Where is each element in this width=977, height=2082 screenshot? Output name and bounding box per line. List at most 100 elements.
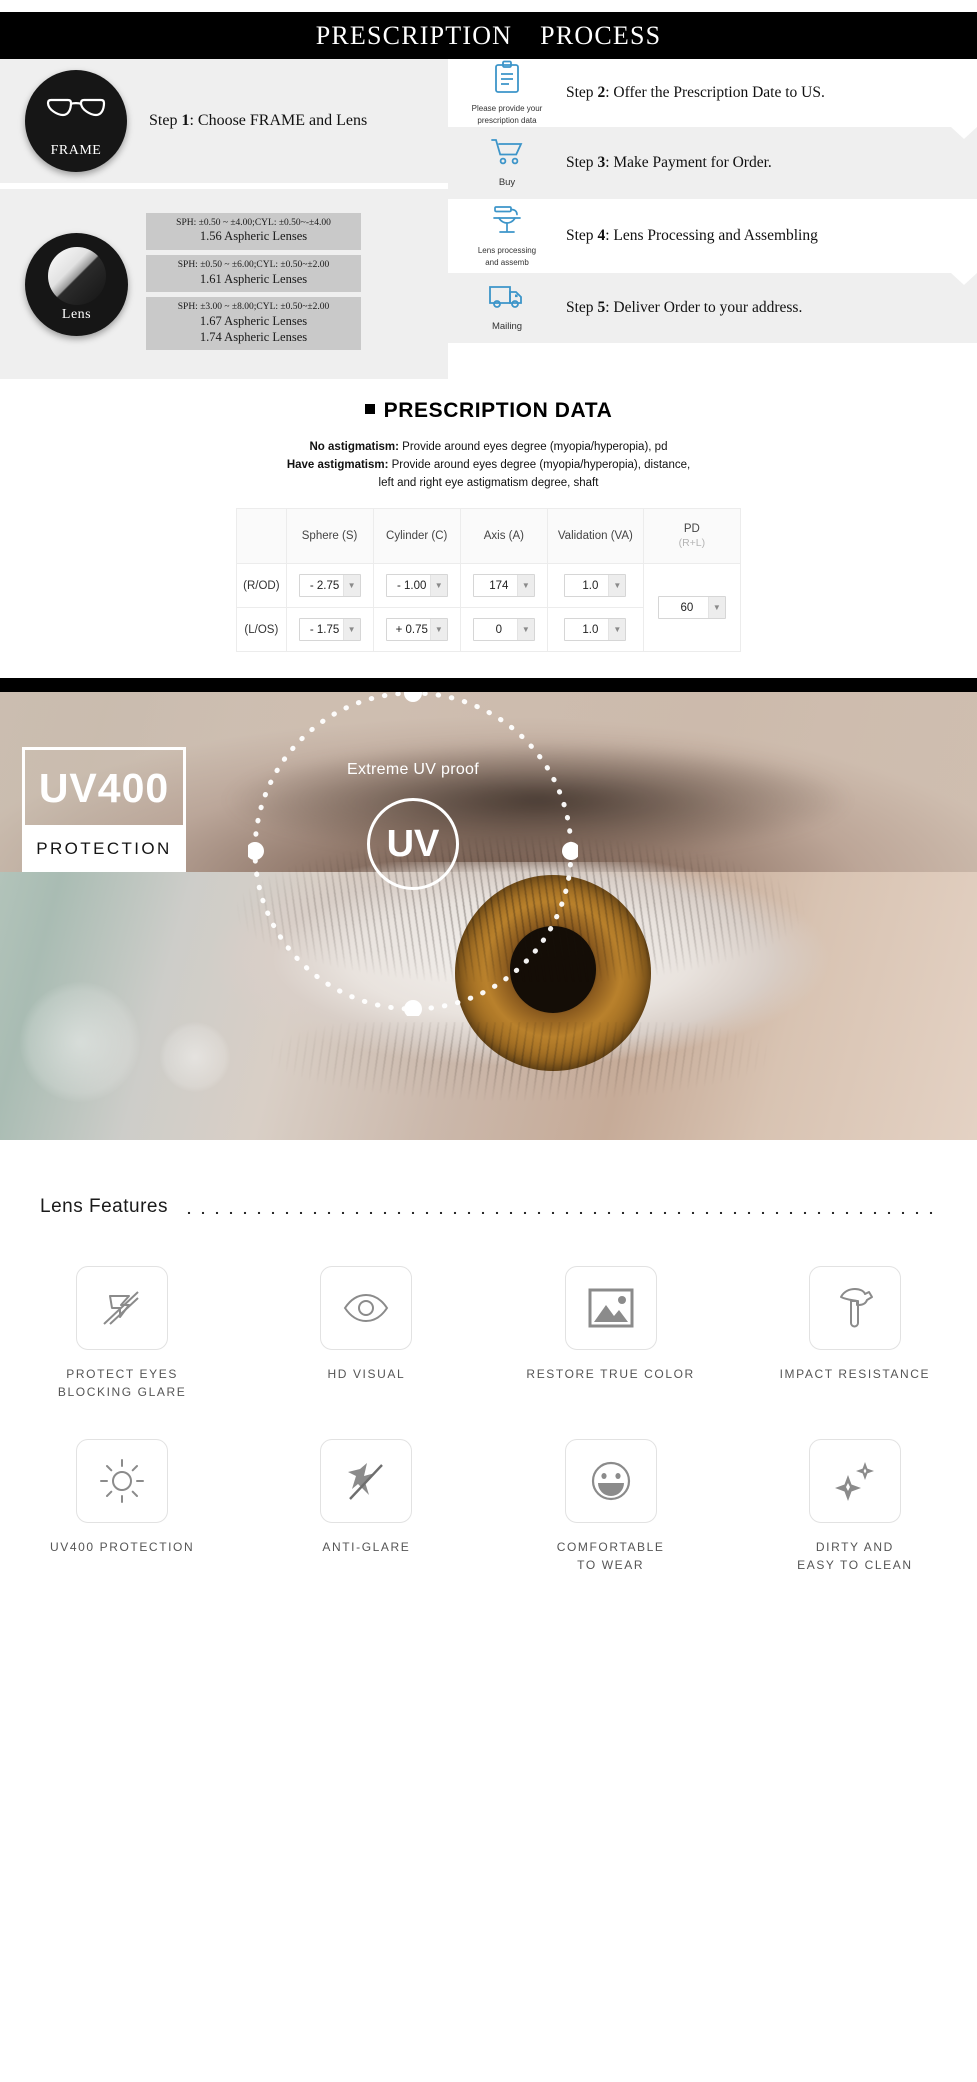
pd-select[interactable]: 60 ▼ bbox=[657, 596, 726, 620]
sun-icon bbox=[100, 1459, 145, 1504]
feature-hd-visual: HD VISUAL bbox=[244, 1252, 488, 1419]
step2-body: : Offer the Prescription Date to US. bbox=[605, 84, 825, 101]
no-flash-icon bbox=[348, 1463, 384, 1501]
banner-word-process: PROCESS bbox=[540, 20, 662, 50]
lens-machine-icon bbox=[490, 204, 524, 241]
note-text: Provide around eyes degree (myopia/hyper… bbox=[391, 458, 691, 471]
step5-body: : Deliver Order to your address. bbox=[605, 299, 803, 316]
chevron-down-icon[interactable]: ▼ bbox=[608, 575, 626, 597]
chevron-down-icon[interactable]: ▼ bbox=[707, 597, 725, 619]
bullet-square-icon bbox=[364, 404, 375, 414]
chevron-down-icon[interactable]: ▼ bbox=[608, 619, 626, 641]
step3-body: : Make Payment for Order. bbox=[605, 154, 772, 171]
feature-caption: RESTORE TRUE COLOR bbox=[526, 1367, 695, 1382]
frame-circle: FRAME bbox=[25, 70, 127, 172]
lens-spec-name: 1.67 Aspheric Lenses bbox=[199, 314, 308, 329]
prescription-table: Sphere (S) Cylinder (C) Axis (A) Validat… bbox=[236, 508, 741, 653]
lower-eyelashes bbox=[220, 1022, 820, 1133]
uv400-badge: UV400 PROTECTION bbox=[22, 747, 186, 873]
lens-features-title: Lens Features bbox=[40, 1196, 168, 1218]
lens-spec-name: 1.61 Aspheric Lenses bbox=[199, 271, 308, 286]
uv400-banner: UV400 PROTECTION Extreme UV proof UV bbox=[0, 692, 977, 1141]
lens-features-header: Lens Features bbox=[0, 1196, 977, 1218]
lens-circle: Lens bbox=[25, 232, 128, 336]
step2-icon-block: Please provide your prescription data bbox=[448, 60, 566, 126]
validation-left-select[interactable]: 1.0 ▼ bbox=[564, 618, 627, 642]
feature-restore-true-color: RESTORE TRUE COLOR bbox=[489, 1252, 733, 1419]
feature-protect-eyes-blocking-glare: PROTECT EYES BLOCKING GLARE bbox=[0, 1252, 244, 1419]
lens-spec-list: SPH: ±0.50 ~ ±4.00;CYL: ±0.50~-±4.00 1.5… bbox=[146, 212, 361, 356]
process-step-5: Mailing Step 5: Deliver Order to your ad… bbox=[448, 273, 977, 343]
table-header-row: Sphere (S) Cylinder (C) Axis (A) Validat… bbox=[236, 508, 741, 565]
lens-spec-range: SPH: ±0.50 ~ ±4.00;CYL: ±0.50~-±4.00 bbox=[176, 217, 331, 228]
chevron-down-icon[interactable]: ▼ bbox=[429, 575, 447, 597]
chevron-down-icon[interactable]: ▼ bbox=[429, 619, 447, 641]
section-divider-bar bbox=[0, 678, 977, 693]
chevron-down-icon[interactable]: ▼ bbox=[516, 575, 534, 597]
step4-icon-label: Lens processing and assemb bbox=[477, 245, 537, 267]
uv400-badge-title: UV400 bbox=[25, 750, 183, 829]
eye-icon bbox=[344, 1294, 389, 1323]
col-header-sphere: Sphere (S) bbox=[285, 508, 374, 565]
cell-validation-left: 1.0 ▼ bbox=[546, 607, 644, 653]
sphere-right-select[interactable]: - 2.75 ▼ bbox=[298, 574, 361, 598]
lens-features-grid: PROTECT EYES BLOCKING GLARE HD VISUAL RE… bbox=[0, 1252, 977, 1592]
step5-text: Step 5: Deliver Order to your address. bbox=[566, 299, 802, 317]
process-left-column: FRAME Step 1: Choose FRAME and Lens Lens… bbox=[0, 59, 448, 379]
feature-caption: UV400 PROTECTION bbox=[49, 1540, 195, 1555]
feature-caption: HD VISUAL bbox=[327, 1367, 406, 1382]
glare-block-icon bbox=[103, 1291, 139, 1326]
lens-spec-range: SPH: ±0.50 ~ ±6.00;CYL: ±0.50~±2.00 bbox=[177, 259, 330, 270]
product-description-page: PRESCRIPTION PROCESS FRAME Step 1: Choos… bbox=[0, 0, 977, 1625]
cell-pd: 60 ▼ bbox=[642, 563, 741, 653]
lens-spec-item: SPH: ±3.00 ~ ±8.00;CYL: ±0.50~±2.00 1.67… bbox=[146, 297, 361, 351]
prescription-table-body: (R/OD) - 2.75 ▼ - 1.00 ▼ 174 ▼ 1.0 ▼ 60 … bbox=[236, 563, 741, 653]
photo-icon bbox=[588, 1288, 634, 1328]
sphere-left-select[interactable]: - 1.75 ▼ bbox=[298, 618, 361, 642]
lens-disc-icon bbox=[47, 246, 106, 305]
axis-left-select[interactable]: 0 ▼ bbox=[472, 618, 535, 642]
chevron-down-icon[interactable]: ▼ bbox=[516, 619, 534, 641]
bottom-spacer bbox=[0, 1592, 977, 1625]
step5-icon-label: Mailing bbox=[491, 320, 523, 332]
feature-caption: DIRTY AND EASY TO CLEAN bbox=[797, 1540, 913, 1573]
step3-icon-block: Buy bbox=[448, 137, 566, 190]
hammer-icon bbox=[839, 1288, 873, 1328]
row-label-left-eye: (L/OS) bbox=[236, 607, 287, 653]
lens-features-section: Lens Features PROTECT EYES BLOCKING GLAR… bbox=[0, 1140, 977, 1625]
note-line: No astigmatism: Provide around eyes degr… bbox=[0, 439, 977, 457]
feature-caption: IMPACT RESISTANCE bbox=[779, 1367, 931, 1382]
note-label: Have astigmatism: bbox=[286, 458, 389, 471]
top-spacer bbox=[0, 0, 977, 12]
axis-right-select[interactable]: 174 ▼ bbox=[472, 574, 535, 598]
feature-icon-box bbox=[320, 1439, 413, 1524]
uv-proof-label: Extreme UV proof bbox=[347, 761, 479, 779]
axis-left-value: 0 bbox=[495, 623, 503, 636]
prescription-table-wrapper: Sphere (S) Cylinder (C) Axis (A) Validat… bbox=[0, 508, 977, 653]
process-section: FRAME Step 1: Choose FRAME and Lens Lens… bbox=[0, 59, 977, 379]
step3-text: Step 3: Make Payment for Order. bbox=[566, 154, 772, 172]
validation-right-select[interactable]: 1.0 ▼ bbox=[564, 574, 627, 598]
delivery-truck-icon bbox=[488, 283, 526, 316]
lens-circle-caption: Lens bbox=[61, 306, 92, 322]
feature-icon-box bbox=[76, 1439, 169, 1524]
step2-prefix: Step bbox=[566, 84, 598, 101]
feature-icon-box bbox=[564, 1266, 657, 1351]
col-header-pd-text: PD bbox=[683, 523, 700, 536]
col-header-cylinder: Cylinder (C) bbox=[372, 508, 461, 565]
lens-spec-item: SPH: ±0.50 ~ ±4.00;CYL: ±0.50~-±4.00 1.5… bbox=[146, 212, 361, 250]
feature-icon-box bbox=[808, 1266, 901, 1351]
uv-proof-ring: Extreme UV proof UV bbox=[248, 692, 578, 1017]
lens-spec-range: SPH: ±3.00 ~ ±8.00;CYL: ±0.50~±2.00 bbox=[177, 302, 330, 313]
step5-icon-block: Mailing bbox=[448, 283, 566, 334]
process-step-3: Buy Step 3: Make Payment for Order. bbox=[448, 127, 977, 199]
cylinder-left-select[interactable]: + 0.75 ▼ bbox=[385, 618, 448, 642]
note-text: left and right eye astigmatism degree, s… bbox=[378, 476, 599, 489]
cylinder-right-select[interactable]: - 1.00 ▼ bbox=[385, 574, 448, 598]
cell-cylinder-right: - 1.00 ▼ bbox=[372, 563, 461, 609]
chevron-down-icon[interactable]: ▼ bbox=[342, 575, 360, 597]
cell-validation-right: 1.0 ▼ bbox=[546, 563, 644, 609]
feature-icon-box bbox=[320, 1266, 413, 1351]
chevron-down-icon[interactable]: ▼ bbox=[342, 619, 360, 641]
dotted-rule bbox=[181, 1200, 937, 1215]
